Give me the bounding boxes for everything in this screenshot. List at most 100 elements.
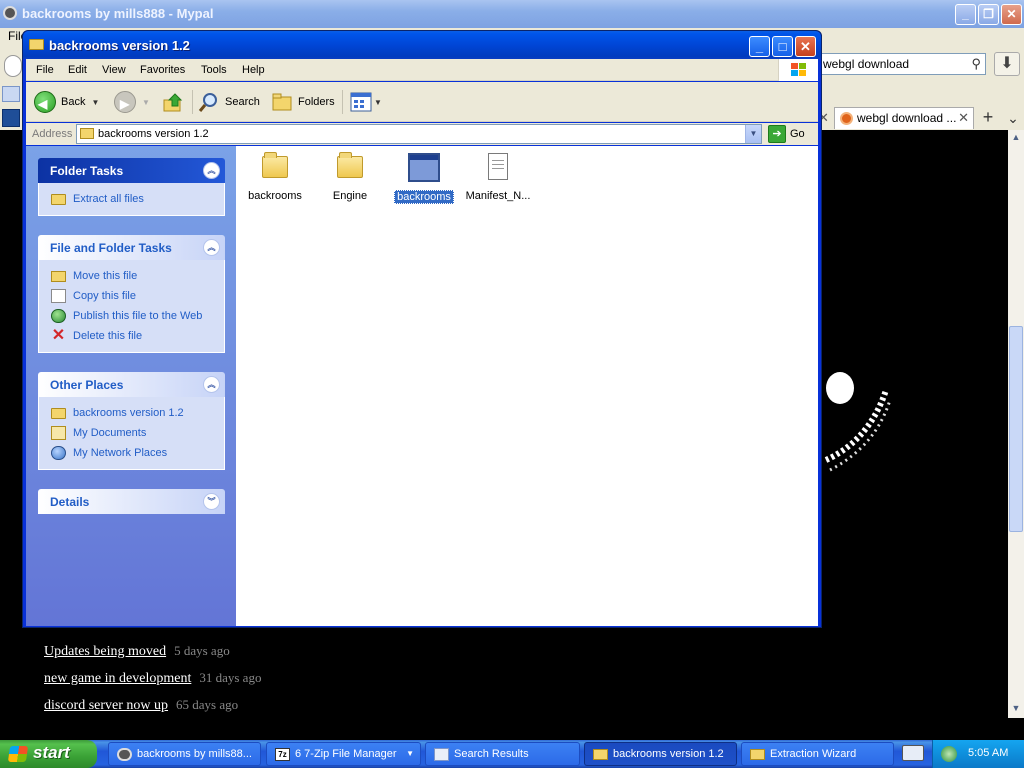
place-network-link[interactable]: My Network Places bbox=[51, 443, 224, 463]
delete-x-icon: ✕ bbox=[51, 327, 66, 344]
start-button[interactable]: start bbox=[0, 740, 97, 768]
news-link[interactable]: discord server now up bbox=[44, 698, 168, 713]
taskbar-button-explorer[interactable]: backrooms version 1.2 bbox=[584, 742, 737, 766]
tab-list-chevron-icon[interactable]: ⌄ bbox=[1004, 107, 1022, 129]
address-value: backrooms version 1.2 bbox=[98, 128, 209, 140]
new-tab-button[interactable]: + bbox=[977, 107, 999, 129]
collapse-chevron-icon[interactable]: ︽ bbox=[203, 239, 220, 256]
close-button[interactable]: ✕ bbox=[795, 36, 816, 57]
details-panel: Details ︾ bbox=[38, 489, 225, 514]
scroll-up-arrow-icon[interactable]: ▲ bbox=[1009, 132, 1023, 146]
globe-icon bbox=[51, 309, 66, 323]
news-link[interactable]: new game in development bbox=[44, 671, 191, 686]
forward-dropdown-icon[interactable]: ▼ bbox=[142, 98, 150, 107]
file-item-manifest[interactable]: Manifest_N... bbox=[460, 152, 536, 202]
taskbar-button-7zip[interactable]: 7z 6 7-Zip File Manager ▼ bbox=[266, 742, 421, 766]
views-dropdown-icon[interactable]: ▼ bbox=[374, 98, 382, 107]
search-button[interactable]: Search bbox=[198, 90, 260, 114]
news-item: Updates being moved 5 days ago bbox=[44, 643, 230, 660]
file-folder-tasks-title: File and Folder Tasks bbox=[50, 241, 172, 255]
taskbar-button-extraction-wizard[interactable]: Extraction Wizard bbox=[741, 742, 894, 766]
file-label: Manifest_N... bbox=[465, 190, 531, 202]
download-icon[interactable]: ⬇ bbox=[994, 52, 1020, 76]
menu-edit[interactable]: Edit bbox=[68, 64, 87, 76]
file-item-engine-folder[interactable]: Engine bbox=[312, 152, 388, 202]
browser-titlebar[interactable]: backrooms by mills888 - Mypal _ ❐ ✕ bbox=[0, 0, 1024, 28]
tab-close-icon[interactable]: ✕ bbox=[958, 110, 969, 126]
collapse-chevron-icon[interactable]: ︽ bbox=[203, 376, 220, 393]
scrollbar-thumb[interactable] bbox=[1009, 326, 1023, 532]
browser-restore-button[interactable]: ❐ bbox=[978, 4, 999, 25]
place-backrooms-link[interactable]: backrooms version 1.2 bbox=[51, 403, 224, 423]
other-places-panel: Other Places ︽ backrooms version 1.2 My … bbox=[38, 372, 225, 470]
folders-label: Folders bbox=[298, 96, 335, 108]
go-label: Go bbox=[790, 128, 805, 140]
task-label: Extract all files bbox=[73, 193, 144, 205]
windows-logo-icon bbox=[7, 746, 29, 762]
back-label: Back bbox=[61, 96, 86, 108]
publish-file-link[interactable]: Publish this file to the Web bbox=[51, 306, 224, 326]
up-folder-icon bbox=[163, 93, 183, 112]
expand-chevron-icon[interactable]: ︾ bbox=[203, 493, 220, 510]
news-link[interactable]: Updates being moved bbox=[44, 644, 166, 659]
taskbar-button-search-results[interactable]: Search Results bbox=[425, 742, 580, 766]
address-dropdown-icon[interactable]: ▼ bbox=[745, 125, 761, 143]
taskbar-button-label: Extraction Wizard bbox=[770, 748, 857, 760]
task-pane: Folder Tasks ︽ Extract all files File an… bbox=[26, 146, 236, 626]
browser-tab[interactable]: webgl download ... ✕ bbox=[834, 107, 974, 129]
forward-button[interactable]: ▶ ▼ bbox=[114, 90, 150, 114]
file-label: Engine bbox=[332, 190, 368, 202]
browser-back-button[interactable] bbox=[4, 55, 22, 77]
taskbar-button-label: Search Results bbox=[454, 748, 529, 760]
delete-file-link[interactable]: ✕ Delete this file bbox=[51, 326, 224, 346]
explorer-body: Folder Tasks ︽ Extract all files File an… bbox=[26, 146, 818, 626]
folder-icon bbox=[29, 39, 44, 50]
network-tray-icon[interactable] bbox=[941, 746, 957, 762]
address-input[interactable]: backrooms version 1.2 ▼ bbox=[76, 124, 762, 144]
maximize-button[interactable]: □ bbox=[772, 36, 793, 57]
up-folder-button[interactable] bbox=[162, 90, 184, 114]
task-label: Publish this file to the Web bbox=[73, 310, 203, 322]
browser-sidebar-icon[interactable] bbox=[2, 109, 20, 127]
back-dropdown-icon[interactable]: ▼ bbox=[91, 98, 99, 107]
keyboard-icon[interactable] bbox=[902, 745, 924, 761]
explorer-titlebar[interactable]: backrooms version 1.2 _ □ ✕ bbox=[23, 31, 821, 59]
search-icon[interactable]: ⚲ bbox=[971, 56, 981, 72]
menu-favorites[interactable]: Favorites bbox=[140, 64, 185, 76]
file-folder-tasks-header[interactable]: File and Folder Tasks ︽ bbox=[38, 235, 225, 260]
menu-help[interactable]: Help bbox=[242, 64, 265, 76]
monster-face-image bbox=[824, 372, 892, 472]
copy-file-link[interactable]: Copy this file bbox=[51, 286, 224, 306]
seven-zip-icon: 7z bbox=[275, 748, 290, 761]
file-item-backrooms-app[interactable]: backrooms bbox=[386, 152, 462, 204]
folder-tasks-panel: Folder Tasks ︽ Extract all files bbox=[38, 158, 225, 216]
task-label: backrooms version 1.2 bbox=[73, 407, 184, 419]
details-header[interactable]: Details ︾ bbox=[38, 489, 225, 514]
other-places-header[interactable]: Other Places ︽ bbox=[38, 372, 225, 397]
move-file-link[interactable]: Move this file bbox=[51, 266, 224, 286]
menu-tools[interactable]: Tools bbox=[201, 64, 227, 76]
views-button[interactable]: ▼ bbox=[350, 90, 382, 114]
menu-view[interactable]: View bbox=[102, 64, 126, 76]
extract-all-files-link[interactable]: Extract all files bbox=[51, 189, 224, 209]
folder-icon bbox=[262, 152, 288, 178]
minimize-button[interactable]: _ bbox=[749, 36, 770, 57]
back-button[interactable]: ◀ Back ▼ bbox=[34, 90, 99, 114]
browser-search-input[interactable]: webgl download ⚲ bbox=[818, 53, 986, 75]
file-item-backrooms-folder[interactable]: backrooms bbox=[237, 152, 313, 202]
group-dropdown-icon[interactable]: ▼ bbox=[406, 749, 414, 758]
move-file-icon bbox=[51, 271, 66, 282]
collapse-chevron-icon[interactable]: ︽ bbox=[203, 162, 220, 179]
go-button[interactable]: ➔ Go bbox=[768, 124, 816, 144]
folder-tasks-header[interactable]: Folder Tasks ︽ bbox=[38, 158, 225, 183]
scroll-down-arrow-icon[interactable]: ▼ bbox=[1009, 703, 1023, 717]
browser-close-button[interactable]: ✕ bbox=[1001, 4, 1022, 25]
place-my-documents-link[interactable]: My Documents bbox=[51, 423, 224, 443]
menu-file[interactable]: File bbox=[36, 64, 54, 76]
browser-minimize-button[interactable]: _ bbox=[955, 4, 976, 25]
application-window-icon bbox=[408, 153, 440, 182]
browser-bookmark-icon[interactable] bbox=[2, 86, 20, 102]
taskbar-button-browser[interactable]: backrooms by mills88... bbox=[108, 742, 261, 766]
folders-button[interactable]: Folders bbox=[271, 90, 335, 114]
clock[interactable]: 5:05 AM bbox=[968, 747, 1008, 759]
